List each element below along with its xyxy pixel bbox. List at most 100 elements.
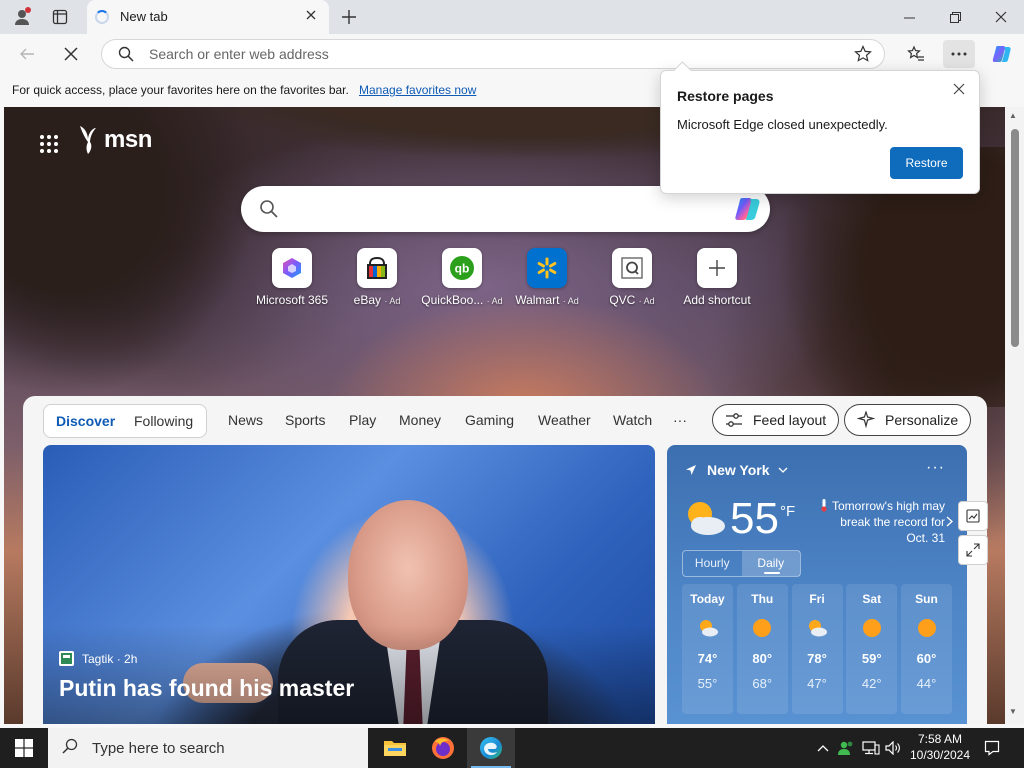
shortcut-ebay[interactable]: eBay · Ad <box>332 248 422 307</box>
shortcut-label: QVC <box>609 293 636 307</box>
firefox-icon[interactable] <box>419 728 467 768</box>
copilot-button[interactable] <box>986 40 1018 68</box>
settings-and-more-button[interactable] <box>943 40 975 68</box>
taskbar-clock[interactable]: 7:58 AM 10/30/2024 <box>903 731 977 763</box>
tab-daily[interactable]: Daily <box>741 551 800 576</box>
sun-icon <box>916 617 938 639</box>
story-source: Tagtik · 2h <box>59 651 137 666</box>
restore-window-button[interactable] <box>932 0 978 34</box>
windows-start-icon[interactable] <box>0 728 48 768</box>
search-icon <box>259 199 279 222</box>
forecast-day-name: Sun <box>915 592 938 606</box>
forecast-day-name: Fri <box>809 592 825 606</box>
tab-close-icon[interactable] <box>305 9 317 24</box>
taskbar-search-box[interactable]: Type here to search <box>48 728 368 768</box>
stop-loading-button[interactable] <box>56 40 86 68</box>
tab-hourly[interactable]: Hourly <box>683 551 742 576</box>
weather-alert[interactable]: Tomorrow's high may break the record for… <box>815 498 945 546</box>
nav-play[interactable]: Play <box>349 412 376 428</box>
volume-icon[interactable] <box>883 728 903 768</box>
personalize-label: Personalize <box>885 412 959 428</box>
nav-news[interactable]: News <box>228 412 263 428</box>
shortcut-microsoft-365[interactable]: Microsoft 365 <box>247 248 337 307</box>
forecast-day-name: Sat <box>862 592 882 606</box>
chevron-down-icon <box>778 467 787 473</box>
image-feedback-icon[interactable] <box>958 501 988 531</box>
personalize-button[interactable]: Personalize <box>844 404 972 436</box>
nav-money[interactable]: Money <box>399 412 441 428</box>
apps-launcher-icon[interactable] <box>39 134 59 157</box>
copilot-icon[interactable] <box>734 196 762 225</box>
show-hidden-icons-chevron-icon[interactable] <box>814 728 832 768</box>
scrollbar-thumb[interactable] <box>1011 129 1019 347</box>
feed-layout-label: Feed layout <box>753 412 827 428</box>
feed-layout-button[interactable]: Feed layout <box>712 404 840 436</box>
forecast-low: 68° <box>752 676 773 691</box>
nav-more-button[interactable]: ··· <box>673 412 687 428</box>
ad-tag: · Ad <box>384 296 401 306</box>
weather-location[interactable]: New York <box>685 462 798 478</box>
forecast-day[interactable]: Today 74° 55° <box>682 584 733 714</box>
forecast-day[interactable]: Thu 80° 68° <box>736 584 788 714</box>
forecast-day[interactable]: Fri 78° 47° <box>791 584 843 714</box>
msn-logo-text: msn <box>104 126 152 153</box>
page-scrollbar[interactable]: ▲ ▼ <box>1005 107 1024 724</box>
weather-more-options-icon[interactable]: ··· <box>926 459 945 477</box>
windows-taskbar: Type here to search 7:58 AM 10/30/2024 <box>0 728 1024 768</box>
workspaces-icon[interactable] <box>48 5 72 29</box>
loading-spinner-icon <box>95 10 109 24</box>
people-icon[interactable] <box>836 728 856 768</box>
add-shortcut-button[interactable]: Add shortcut <box>672 248 762 307</box>
scroll-down-arrow-icon[interactable]: ▼ <box>1009 707 1017 716</box>
close-window-button[interactable] <box>978 0 1024 34</box>
favorites-button[interactable] <box>900 40 932 68</box>
story-publisher: Tagtik <box>82 651 114 666</box>
nav-watch[interactable]: Watch <box>613 412 652 428</box>
weather-card[interactable]: New York ··· 55 °F Tomorrow's high may b… <box>667 445 967 724</box>
edge-icon[interactable] <box>467 728 515 768</box>
favorite-star-icon[interactable] <box>854 45 872 66</box>
scroll-up-arrow-icon[interactable]: ▲ <box>1009 111 1017 120</box>
chevron-right-icon[interactable] <box>946 514 954 530</box>
hero-story-card[interactable]: Tagtik · 2h Putin has found his master <box>43 445 655 724</box>
title-bar: New tab <box>0 0 1024 34</box>
story-headline[interactable]: Putin has found his master <box>59 675 354 702</box>
file-explorer-icon[interactable] <box>371 728 419 768</box>
sun-icon <box>861 617 883 639</box>
nav-gaming[interactable]: Gaming <box>465 412 514 428</box>
expand-icon[interactable] <box>958 535 988 565</box>
nav-weather[interactable]: Weather <box>538 412 591 428</box>
shortcut-label: Microsoft 365 <box>255 293 329 307</box>
back-button[interactable] <box>12 40 42 68</box>
network-icon[interactable] <box>860 728 882 768</box>
shortcut-walmart[interactable]: Walmart · Ad <box>502 248 592 307</box>
shortcut-quickbooks[interactable]: qb QuickBoo... · Ad <box>417 248 507 307</box>
shortcut-label: Add shortcut <box>683 293 751 307</box>
quick-links: Microsoft 365 eBay · Ad qb QuickBoo... ·… <box>247 248 767 312</box>
nav-sports[interactable]: Sports <box>285 412 325 428</box>
minimize-button[interactable] <box>886 0 932 34</box>
msn-logo[interactable]: msn <box>76 124 152 156</box>
tab-discover[interactable]: Discover <box>56 413 115 429</box>
publisher-logo-icon <box>59 651 74 666</box>
manage-favorites-link[interactable]: Manage favorites now <box>359 83 476 97</box>
weather-location-name: New York <box>707 462 770 478</box>
forecast-day[interactable]: Sun 60° 44° <box>901 584 952 714</box>
temperature-unit[interactable]: °F <box>780 503 795 520</box>
address-input[interactable] <box>149 46 829 62</box>
quickbooks-icon: qb <box>442 248 482 288</box>
msn-butterfly-icon <box>80 126 96 154</box>
tab-following[interactable]: Following <box>134 413 193 429</box>
new-tab-button[interactable] <box>337 5 361 29</box>
profile-icon[interactable] <box>10 5 34 29</box>
forecast-low: 44° <box>916 676 937 691</box>
forecast-day[interactable]: Sat 59° 42° <box>846 584 898 714</box>
restore-button[interactable]: Restore <box>890 147 963 179</box>
shortcut-qvc[interactable]: QVC · Ad <box>587 248 677 307</box>
close-icon[interactable] <box>949 79 969 99</box>
active-tab[interactable]: New tab <box>87 0 329 34</box>
address-bar[interactable] <box>101 39 885 69</box>
notifications-icon[interactable] <box>978 728 1006 768</box>
favorites-hint: For quick access, place your favorites h… <box>12 83 349 97</box>
forecast-high: 74° <box>697 651 718 666</box>
